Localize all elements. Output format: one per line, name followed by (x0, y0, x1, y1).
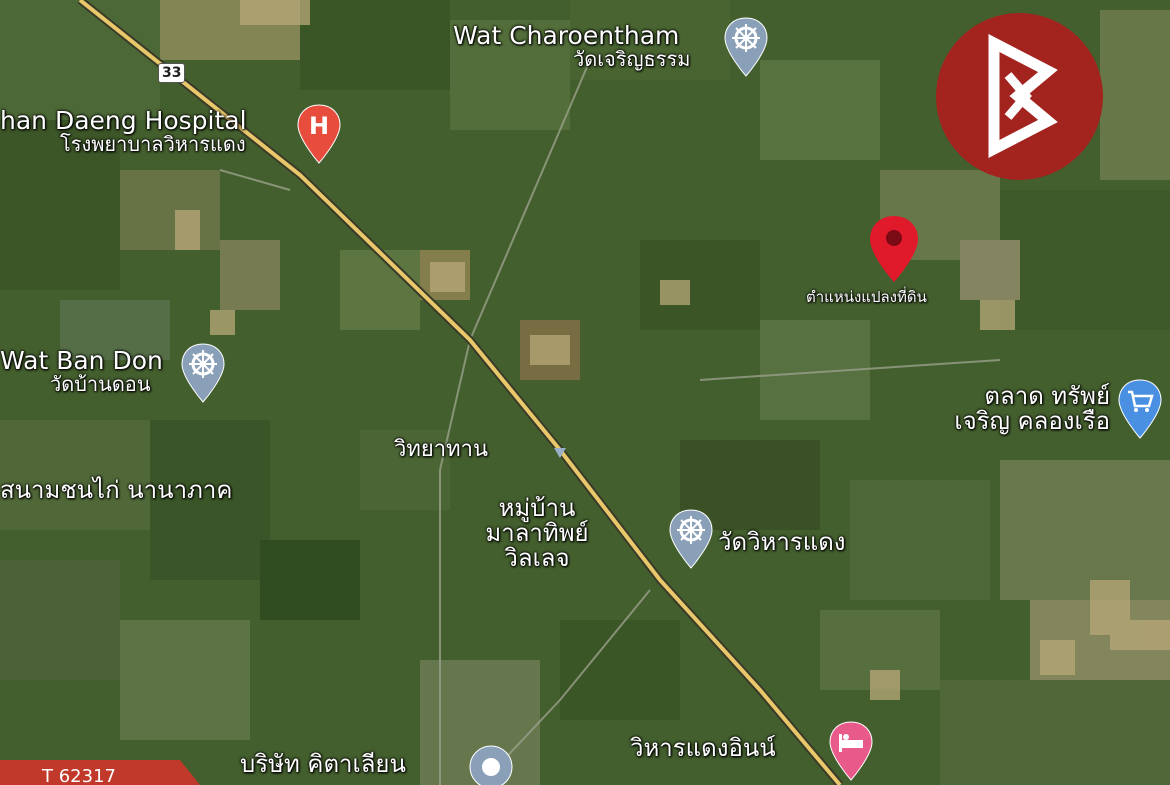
road-name: วิทยาทาน (394, 437, 488, 462)
place-name-th: บริษัท คิตาเลียน (240, 750, 406, 778)
place-label-wat-ban-don[interactable]: Wat Ban Don วัดบ้านดอน (0, 346, 163, 397)
land-plot-text: ตำแหน่งแปลงที่ดิน (806, 288, 927, 306)
village-name-line2: มาลาทิพย์ (485, 519, 589, 548)
place-name-th: วัดวิหารแดง (718, 528, 846, 556)
place-name-en: Wat Charoentham (453, 21, 680, 50)
place-name-en: han Daeng Hospital (0, 106, 247, 135)
location-pin-icon[interactable] (868, 214, 920, 284)
svg-text:H: H (309, 112, 329, 140)
place-label-wat-charoentham[interactable]: Wat Charoentham วัดเจริญธรรม (453, 21, 691, 72)
place-name-th: สนามชนไก่ นานาภาค (0, 476, 233, 504)
listing-id-tag: T 62317 (0, 760, 200, 785)
market-name-line1: ตลาด ทรัพย์ (984, 382, 1110, 410)
land-plot-label: ตำแหน่งแปลงที่ดิน (806, 288, 927, 306)
place-label-village[interactable]: หมู่บ้าน มาลาทิพย์ วิลเลจ (462, 494, 612, 573)
road-label-partial: วิทยาทาน (394, 438, 488, 461)
place-label-hospital[interactable]: han Daeng Hospital โรงพยาบาลวิหารแดง (0, 106, 247, 157)
shopping-cart-icon[interactable] (1117, 378, 1163, 440)
village-name-line3: วิลเลจ (504, 544, 570, 573)
place-label-cockfight-arena[interactable]: สนามชนไก่ นานาภาค (0, 476, 233, 504)
place-name-en: Wat Ban Don (0, 346, 163, 375)
road-number-shield: 33 (158, 63, 186, 83)
place-name-th: วัดเจริญธรรม (573, 47, 691, 72)
place-name-th: วัดบ้านดอน (50, 372, 151, 397)
listing-id: T 62317 (42, 766, 116, 785)
poi-icon[interactable] (468, 744, 514, 785)
village-name-line1: หมู่บ้าน (498, 494, 576, 522)
market-name-line2: เจริญ คลองเรือ (954, 407, 1110, 436)
temple-icon[interactable] (723, 16, 769, 78)
place-name-th: วิหารแดงอินน์ (630, 734, 776, 762)
brand-logo-icon (988, 33, 1058, 159)
place-label-market[interactable]: ตลาด ทรัพย์ เจริญ คลองเรือ (938, 382, 1110, 436)
place-name-th: โรงพยาบาลวิหารแดง (60, 132, 246, 157)
temple-icon[interactable] (180, 342, 226, 404)
brand-logo[interactable] (936, 13, 1103, 180)
hotel-icon[interactable] (828, 720, 874, 782)
satellite-map[interactable]: 33 Wat Charoentham วัดเจริญธรรม han Daen… (0, 0, 1170, 785)
hospital-icon[interactable]: H (296, 103, 342, 165)
place-label-wat-wihan-daeng[interactable]: วัดวิหารแดง (718, 528, 846, 556)
direction-arrow-icon (554, 448, 566, 458)
road-number-label: 33 (162, 65, 182, 81)
place-label-inn[interactable]: วิหารแดงอินน์ (630, 734, 776, 762)
temple-icon[interactable] (668, 508, 714, 570)
place-label-company[interactable]: บริษัท คิตาเลียน (240, 750, 406, 778)
